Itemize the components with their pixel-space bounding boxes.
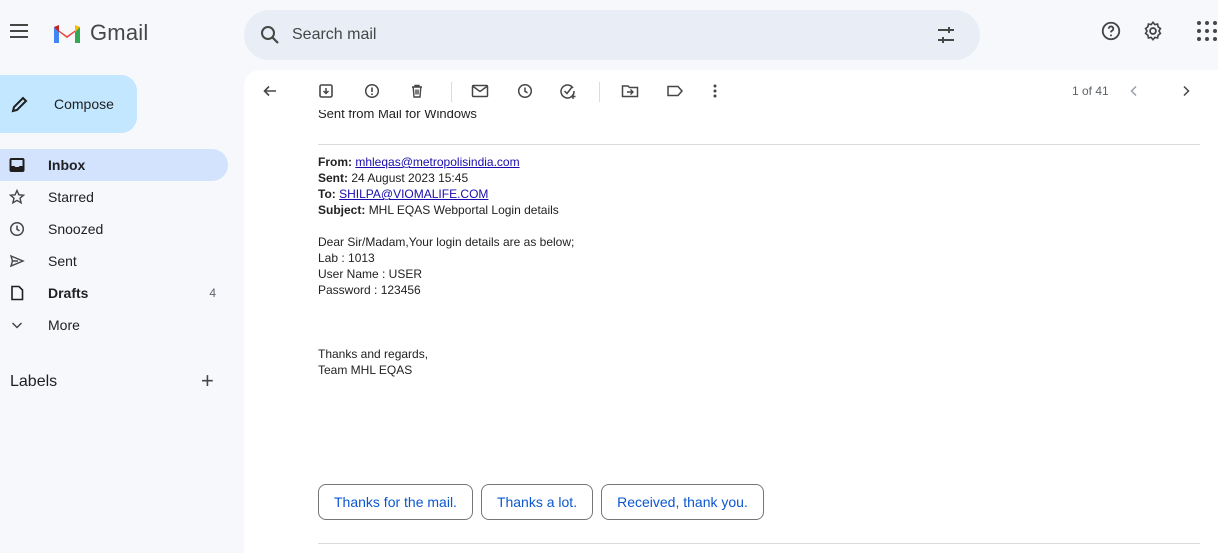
- search-icon[interactable]: [258, 23, 282, 47]
- archive-icon[interactable]: [316, 81, 336, 101]
- inbox-icon: [9, 157, 25, 173]
- to-row: To: SHILPA@VIOMALIFE.COM: [318, 186, 574, 202]
- mark-unread-icon[interactable]: [470, 81, 490, 101]
- star-icon: [9, 189, 25, 205]
- body-line: Dear Sir/Madam,Your login details are as…: [318, 235, 575, 249]
- gmail-m-icon: [54, 25, 80, 43]
- apps-icon[interactable]: [1196, 20, 1218, 42]
- search-input[interactable]: Search mail: [292, 26, 376, 44]
- sent-value: 24 August 2023 15:45: [351, 171, 469, 185]
- to-label: To:: [318, 187, 336, 201]
- app-name: Gmail: [90, 20, 149, 45]
- clock-icon: [9, 221, 25, 237]
- sidebar-item-sent[interactable]: Sent: [0, 245, 228, 277]
- sidebar-item-label: Drafts: [48, 285, 89, 301]
- body-line: Password : 123456: [318, 283, 421, 297]
- report-spam-icon[interactable]: [362, 81, 382, 101]
- sidebar-item-label: Inbox: [48, 157, 86, 173]
- smart-reply-button[interactable]: Thanks for the mail.: [318, 484, 473, 520]
- email-body: From: mhleqas@metropolisindia.com Sent: …: [318, 154, 574, 378]
- chevron-left-icon[interactable]: [1124, 81, 1144, 101]
- pagination-count: 1 of 41: [1072, 84, 1109, 98]
- pencil-icon: [11, 96, 28, 113]
- top-bar: Gmail Search mail: [0, 0, 1218, 70]
- sidebar-item-more[interactable]: More: [0, 309, 228, 341]
- gmail-logo[interactable]: Gmail: [52, 20, 148, 46]
- help-icon[interactable]: [1100, 20, 1122, 42]
- sidebar-item-label: Snoozed: [48, 221, 104, 237]
- body-line: Lab : 1013: [318, 251, 375, 265]
- quoted-signature-line: Sent from Mail for Windows: [318, 110, 477, 118]
- settings-icon[interactable]: [1142, 20, 1164, 42]
- subject-row: Subject: MHL EQAS Webportal Login detail…: [318, 202, 574, 218]
- move-to-icon[interactable]: [620, 81, 640, 101]
- sidebar-item-label: Sent: [48, 253, 77, 269]
- sidebar-item-inbox[interactable]: Inbox: [0, 149, 228, 181]
- sent-label: Sent:: [318, 171, 348, 185]
- toolbar-divider: [599, 82, 600, 102]
- bottom-divider: [318, 543, 1200, 544]
- from-email-link[interactable]: mhleqas@metropolisindia.com: [355, 155, 519, 169]
- sidebar: Compose Inbox Starred Snoozed Sent Draft…: [0, 70, 244, 553]
- send-icon: [9, 253, 25, 269]
- closing-line: Thanks and regards,: [318, 347, 429, 361]
- body-line: User Name : USER: [318, 267, 423, 281]
- chevron-down-icon: [9, 317, 25, 333]
- subject-label: Subject:: [318, 203, 366, 217]
- add-label-icon[interactable]: +: [201, 370, 214, 392]
- sidebar-item-drafts[interactable]: Drafts 4: [0, 277, 228, 309]
- smart-reply-button[interactable]: Received, thank you.: [601, 484, 764, 520]
- add-task-icon[interactable]: [558, 81, 578, 101]
- draft-icon: [9, 285, 25, 301]
- chevron-right-icon[interactable]: [1176, 81, 1196, 101]
- snooze-icon[interactable]: [515, 81, 535, 101]
- more-vert-icon[interactable]: [705, 81, 725, 101]
- back-arrow-icon[interactable]: [260, 81, 280, 101]
- tune-icon[interactable]: [934, 23, 958, 47]
- sidebar-item-snoozed[interactable]: Snoozed: [0, 213, 228, 245]
- label-icon[interactable]: [665, 81, 685, 101]
- subject-value: MHL EQAS Webportal Login details: [368, 203, 559, 217]
- to-email-link[interactable]: SHILPA@VIOMALIFE.COM: [339, 187, 488, 201]
- search-bar[interactable]: Search mail: [244, 10, 980, 60]
- sent-row: Sent: 24 August 2023 15:45: [318, 170, 574, 186]
- from-row: From: mhleqas@metropolisindia.com: [318, 154, 574, 170]
- main-menu-icon[interactable]: [10, 24, 28, 38]
- toolbar-divider: [451, 82, 452, 102]
- from-label: From:: [318, 155, 352, 169]
- sidebar-item-label: More: [48, 317, 80, 333]
- sidebar-item-label: Starred: [48, 189, 94, 205]
- message-view: 1 of 41 Sent from Mail for Windows From:…: [244, 70, 1218, 553]
- compose-button[interactable]: Compose: [0, 75, 137, 133]
- smart-replies: Thanks for the mail. Thanks a lot. Recei…: [318, 484, 764, 520]
- smart-reply-button[interactable]: Thanks a lot.: [480, 484, 594, 520]
- drafts-count: 4: [209, 286, 216, 300]
- message-toolbar: 1 of 41: [244, 70, 1218, 114]
- nav-list: Inbox Starred Snoozed Sent Drafts 4 More: [0, 149, 228, 341]
- sidebar-item-starred[interactable]: Starred: [0, 181, 228, 213]
- compose-label: Compose: [54, 96, 114, 112]
- closing-line: Team MHL EQAS: [318, 363, 413, 377]
- delete-icon[interactable]: [407, 81, 427, 101]
- quote-divider: [318, 144, 1200, 145]
- labels-heading: Labels: [10, 373, 58, 390]
